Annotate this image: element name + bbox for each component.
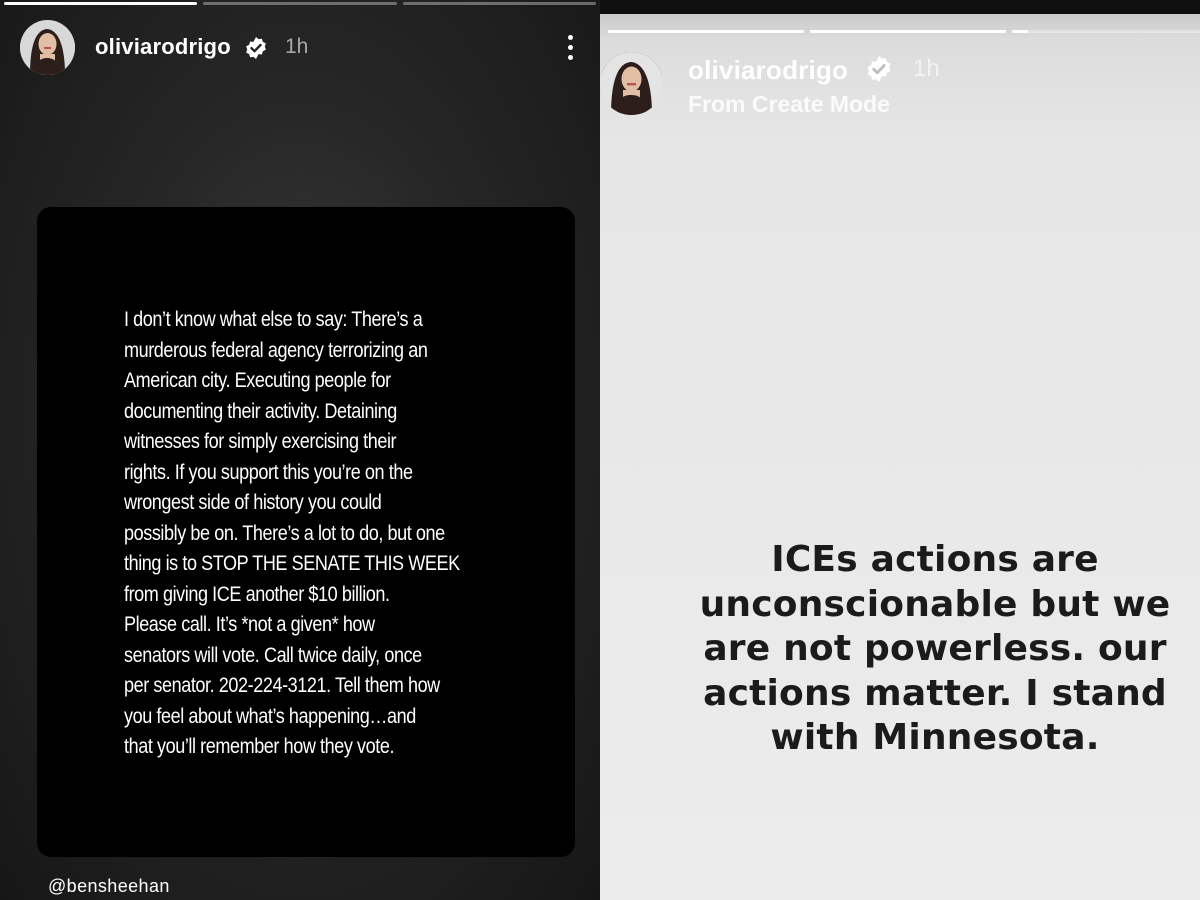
avatar[interactable]: [600, 52, 663, 115]
story-right[interactable]: [600, 0, 1200, 900]
story-subtitle[interactable]: From Create Mode: [688, 91, 890, 118]
post-time: 1h: [285, 35, 309, 58]
story-progress-bar: [4, 2, 596, 5]
shared-post-card[interactable]: I don’t know what else to say: There’s a…: [37, 207, 575, 857]
post-text: I don’t know what else to say: There’s a…: [124, 308, 460, 758]
progress-fill: [608, 30, 804, 33]
progress-fill: [4, 2, 198, 5]
post-time: 1h: [913, 55, 940, 82]
more-options-icon[interactable]: [555, 30, 585, 64]
progress-segment: [608, 30, 804, 33]
progress-fill: [1012, 30, 1028, 33]
dot: [567, 34, 573, 40]
progress-segment: [1012, 30, 1200, 33]
progress-segment: [4, 2, 198, 5]
verified-badge-icon: [244, 36, 268, 65]
username[interactable]: oliviarodrigo: [688, 55, 848, 86]
story-message: ICEs actions are unconscionable but we a…: [699, 539, 1171, 758]
progress-segment: [203, 2, 397, 5]
avatar[interactable]: [20, 20, 75, 75]
story-left[interactable]: oliviarodrigo 1h I don’t know what else …: [0, 0, 600, 900]
progress-segment: [810, 30, 1006, 33]
progress-fill: [810, 30, 1006, 33]
mention-sticker[interactable]: @bensheehan: [48, 876, 170, 897]
username[interactable]: oliviarodrigo: [95, 34, 231, 60]
dot: [567, 54, 573, 60]
dot: [567, 44, 573, 50]
verified-badge-icon: [865, 55, 893, 88]
progress-segment: [402, 2, 596, 5]
story-progress-bar: [608, 30, 1200, 33]
